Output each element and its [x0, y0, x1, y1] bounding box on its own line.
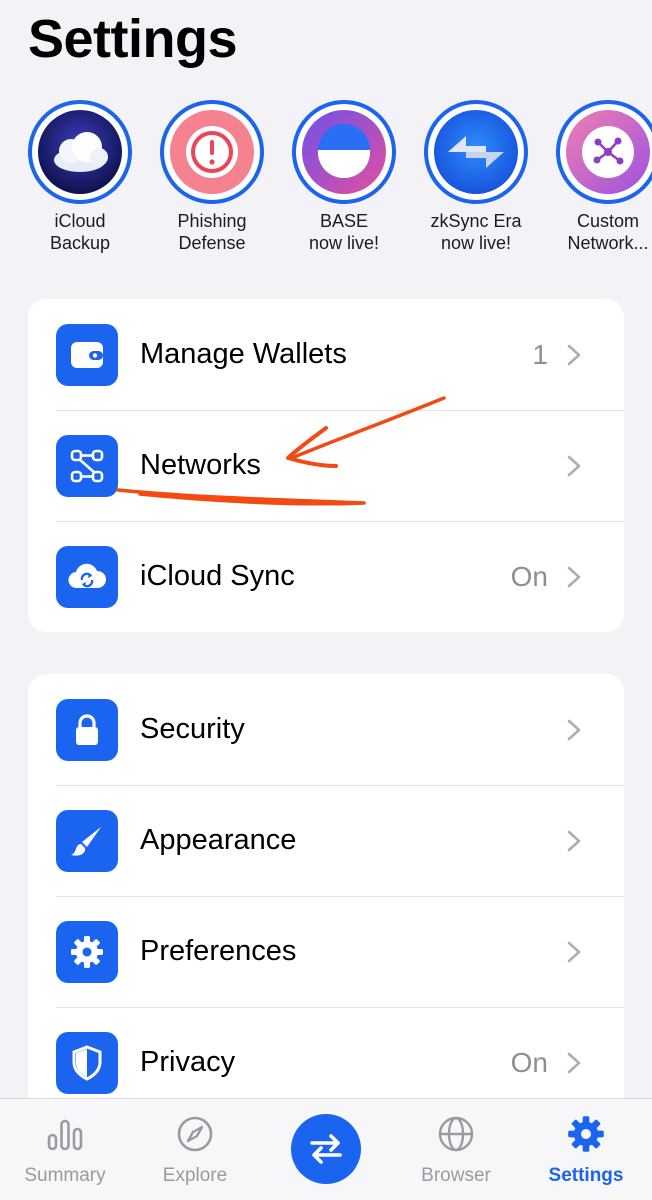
story-label-line1: Custom [576, 211, 639, 231]
swap-button[interactable] [291, 1114, 361, 1184]
lock-icon [56, 698, 118, 761]
gear-icon [56, 920, 118, 983]
wallet-count: 1 [532, 338, 548, 370]
settings-group-wallets: Manage Wallets 1 Networks iCloud Sync On [28, 299, 624, 632]
story-icloud-backup[interactable]: iCloud Backup [24, 100, 136, 254]
swap-arrows-icon [310, 1134, 342, 1164]
tab-label: Summary [24, 1165, 106, 1186]
icloud-sync-row[interactable]: iCloud Sync On [28, 521, 624, 632]
tab-explore[interactable]: Explore [130, 1113, 260, 1187]
row-label: Security [140, 713, 245, 745]
feature-stories: iCloud Backup Phishing Defense BASE now … [0, 100, 652, 270]
story-label-line2: now live! [308, 233, 380, 253]
shield-icon [56, 1031, 118, 1094]
chevron-right-icon [567, 719, 581, 740]
story-zksync-era[interactable]: zkSync Era now live! [420, 100, 532, 254]
tab-label: Browser [421, 1165, 491, 1186]
story-label-line2: Network... [567, 233, 649, 253]
tab-summary[interactable]: Summary [0, 1113, 130, 1187]
networks-row[interactable]: Networks [28, 410, 624, 521]
row-label: Manage Wallets [140, 338, 347, 370]
tab-browser[interactable]: Browser [391, 1113, 521, 1187]
chevron-right-icon [567, 566, 581, 587]
tab-label: Settings [548, 1165, 624, 1186]
globe-icon [391, 1113, 521, 1155]
story-phishing-defense[interactable]: Phishing Defense [156, 100, 268, 254]
story-label-line1: Phishing [177, 211, 247, 231]
privacy-row[interactable]: Privacy On [28, 1007, 624, 1098]
manage-wallets-row[interactable]: Manage Wallets 1 [28, 299, 624, 410]
chevron-right-icon [567, 941, 581, 962]
row-label: Networks [140, 449, 261, 481]
settings-group-general: Security Appearance Preferences Privacy … [28, 674, 624, 1098]
compass-icon [130, 1113, 260, 1155]
story-label-line2: Defense [178, 233, 246, 253]
row-label: Preferences [140, 935, 297, 967]
chevron-right-icon [567, 344, 581, 365]
page-title: Settings [28, 9, 238, 69]
zksync-logo-icon [434, 110, 518, 194]
privacy-status: On [510, 1046, 548, 1078]
exclamation-icon [170, 110, 254, 194]
chevron-right-icon [567, 830, 581, 851]
security-row[interactable]: Security [28, 674, 624, 785]
tab-settings[interactable]: Settings [521, 1113, 651, 1187]
gear-icon [521, 1113, 651, 1155]
story-label-line2: Backup [49, 233, 111, 253]
row-label: Privacy [140, 1046, 236, 1078]
row-label: Appearance [140, 824, 297, 856]
icloud-sync-icon [56, 545, 118, 608]
cloud-icon [38, 110, 122, 194]
custom-network-icon [566, 110, 650, 194]
story-label-line1: iCloud [54, 211, 106, 231]
preferences-row[interactable]: Preferences [28, 896, 624, 1007]
tab-label: Explore [162, 1165, 228, 1186]
base-logo-icon [302, 110, 386, 194]
brush-icon [56, 809, 118, 872]
chevron-right-icon [567, 1052, 581, 1073]
story-label-line1: zkSync Era [430, 211, 522, 231]
network-icon [56, 434, 118, 497]
story-label-line1: BASE [319, 211, 369, 231]
chevron-right-icon [567, 455, 581, 476]
wallet-icon [56, 323, 118, 386]
appearance-row[interactable]: Appearance [28, 785, 624, 896]
story-label-line2: now live! [440, 233, 512, 253]
story-base[interactable]: BASE now live! [288, 100, 400, 254]
row-label: iCloud Sync [140, 560, 295, 592]
story-custom-network[interactable]: Custom Network... [552, 100, 652, 254]
bar-chart-icon [0, 1113, 130, 1155]
icloud-sync-status: On [510, 560, 548, 592]
